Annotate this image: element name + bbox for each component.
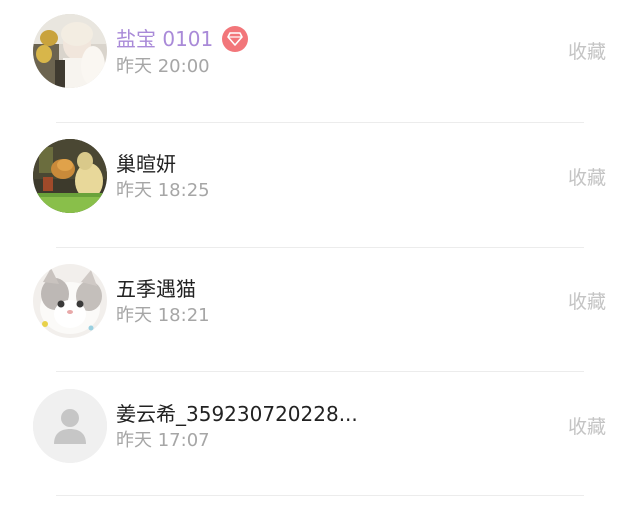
name-line: 巢暄妍	[116, 149, 176, 179]
collect-button[interactable]: 收藏	[568, 166, 606, 190]
default-user-icon	[33, 389, 107, 463]
user-avatar[interactable]	[33, 139, 107, 213]
user-name[interactable]: 巢暄妍	[116, 151, 176, 177]
timestamp: 昨天 20:00	[116, 56, 210, 77]
collect-button[interactable]: 收藏	[568, 290, 606, 314]
avatar-photo	[33, 264, 107, 338]
user-avatar[interactable]	[33, 389, 107, 463]
list-item[interactable]: 巢暄妍 昨天 18:25 收藏	[0, 124, 640, 248]
diamond-icon	[222, 26, 249, 52]
name-line: 姜云希_359230720228...	[116, 399, 358, 429]
name-line: 盐宝 0101	[116, 24, 249, 54]
user-name[interactable]: 五季遇猫	[116, 276, 196, 302]
collect-button[interactable]: 收藏	[568, 40, 606, 64]
divider	[56, 122, 584, 123]
user-avatar[interactable]	[33, 264, 107, 338]
list-item[interactable]: 五季遇猫 昨天 18:21 收藏	[0, 248, 640, 372]
avatar-photo	[33, 14, 107, 88]
user-name[interactable]: 姜云希_359230720228...	[116, 401, 358, 427]
list-item[interactable]: 盐宝 0101 昨天 20:00 收藏	[0, 0, 640, 124]
timestamp: 昨天 18:25	[116, 180, 210, 201]
user-name[interactable]: 盐宝 0101	[116, 26, 213, 52]
timestamp: 昨天 17:07	[116, 430, 210, 451]
collect-button[interactable]: 收藏	[568, 415, 606, 439]
list-item[interactable]: 姜云希_359230720228... 昨天 17:07 收藏	[0, 372, 640, 496]
follow-list: 盐宝 0101 昨天 20:00 收藏 巢暄妍 昨天 18:25 收藏 五季遇猫…	[0, 0, 640, 508]
user-avatar[interactable]	[33, 14, 107, 88]
avatar-photo	[33, 139, 107, 213]
name-line: 五季遇猫	[116, 274, 196, 304]
timestamp: 昨天 18:21	[116, 305, 210, 326]
divider	[56, 495, 584, 496]
